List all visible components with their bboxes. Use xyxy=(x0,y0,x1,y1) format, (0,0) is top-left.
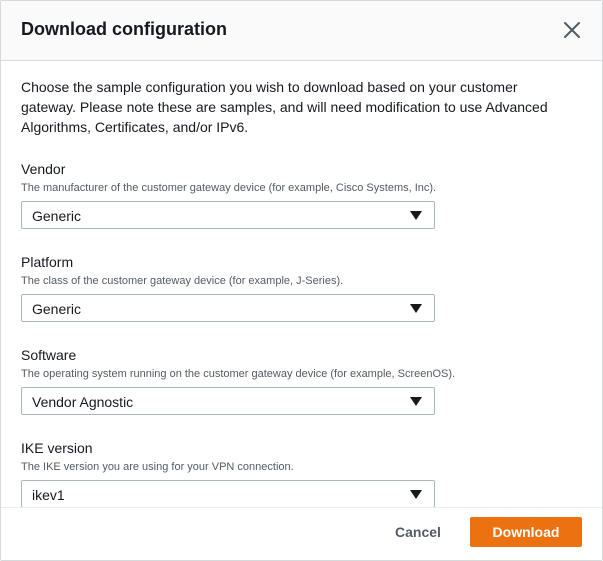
intro-text: Choose the sample configuration you wish… xyxy=(21,79,548,135)
software-label: Software xyxy=(21,347,77,363)
platform-description: The class of the customer gateway device… xyxy=(21,275,344,287)
dialog-header: Download configuration xyxy=(1,1,602,61)
caret-down-icon xyxy=(410,490,422,500)
ike-version-select[interactable]: ikev1 xyxy=(21,480,435,508)
close-icon xyxy=(564,22,580,38)
ike-version-label: IKE version xyxy=(21,440,93,456)
ike-version-select-value: ikev1 xyxy=(32,487,65,503)
vendor-select[interactable]: Generic xyxy=(21,201,435,229)
dialog-title: Download configuration xyxy=(21,19,227,39)
platform-select[interactable]: Generic xyxy=(21,294,435,322)
caret-down-icon xyxy=(410,397,422,407)
software-select[interactable]: Vendor Agnostic xyxy=(21,387,435,415)
ike-version-field: IKE version The IKE version you are usin… xyxy=(21,439,582,508)
platform-select-value: Generic xyxy=(32,301,82,317)
download-configuration-dialog: Download configuration Choose the sample… xyxy=(0,0,603,561)
vendor-description: The manufacturer of the customer gateway… xyxy=(21,182,437,194)
software-field: Software The operating system running on… xyxy=(21,346,582,415)
platform-field: Platform The class of the customer gatew… xyxy=(21,253,582,322)
dialog-body: Choose the sample configuration you wish… xyxy=(1,61,602,508)
cancel-button[interactable]: Cancel xyxy=(395,524,441,540)
vendor-field: Vendor The manufacturer of the customer … xyxy=(21,160,582,229)
close-button[interactable] xyxy=(562,20,582,40)
ike-version-description: The IKE version you are using for your V… xyxy=(21,461,294,473)
caret-down-icon xyxy=(410,211,422,221)
vendor-label: Vendor xyxy=(21,161,66,177)
vendor-select-value: Generic xyxy=(32,208,82,224)
software-select-value: Vendor Agnostic xyxy=(32,394,134,410)
caret-down-icon xyxy=(410,304,422,314)
software-description: The operating system running on the cust… xyxy=(21,368,456,380)
dialog-footer: Cancel Download xyxy=(1,507,602,560)
download-button[interactable]: Download xyxy=(470,517,582,547)
platform-label: Platform xyxy=(21,254,74,270)
